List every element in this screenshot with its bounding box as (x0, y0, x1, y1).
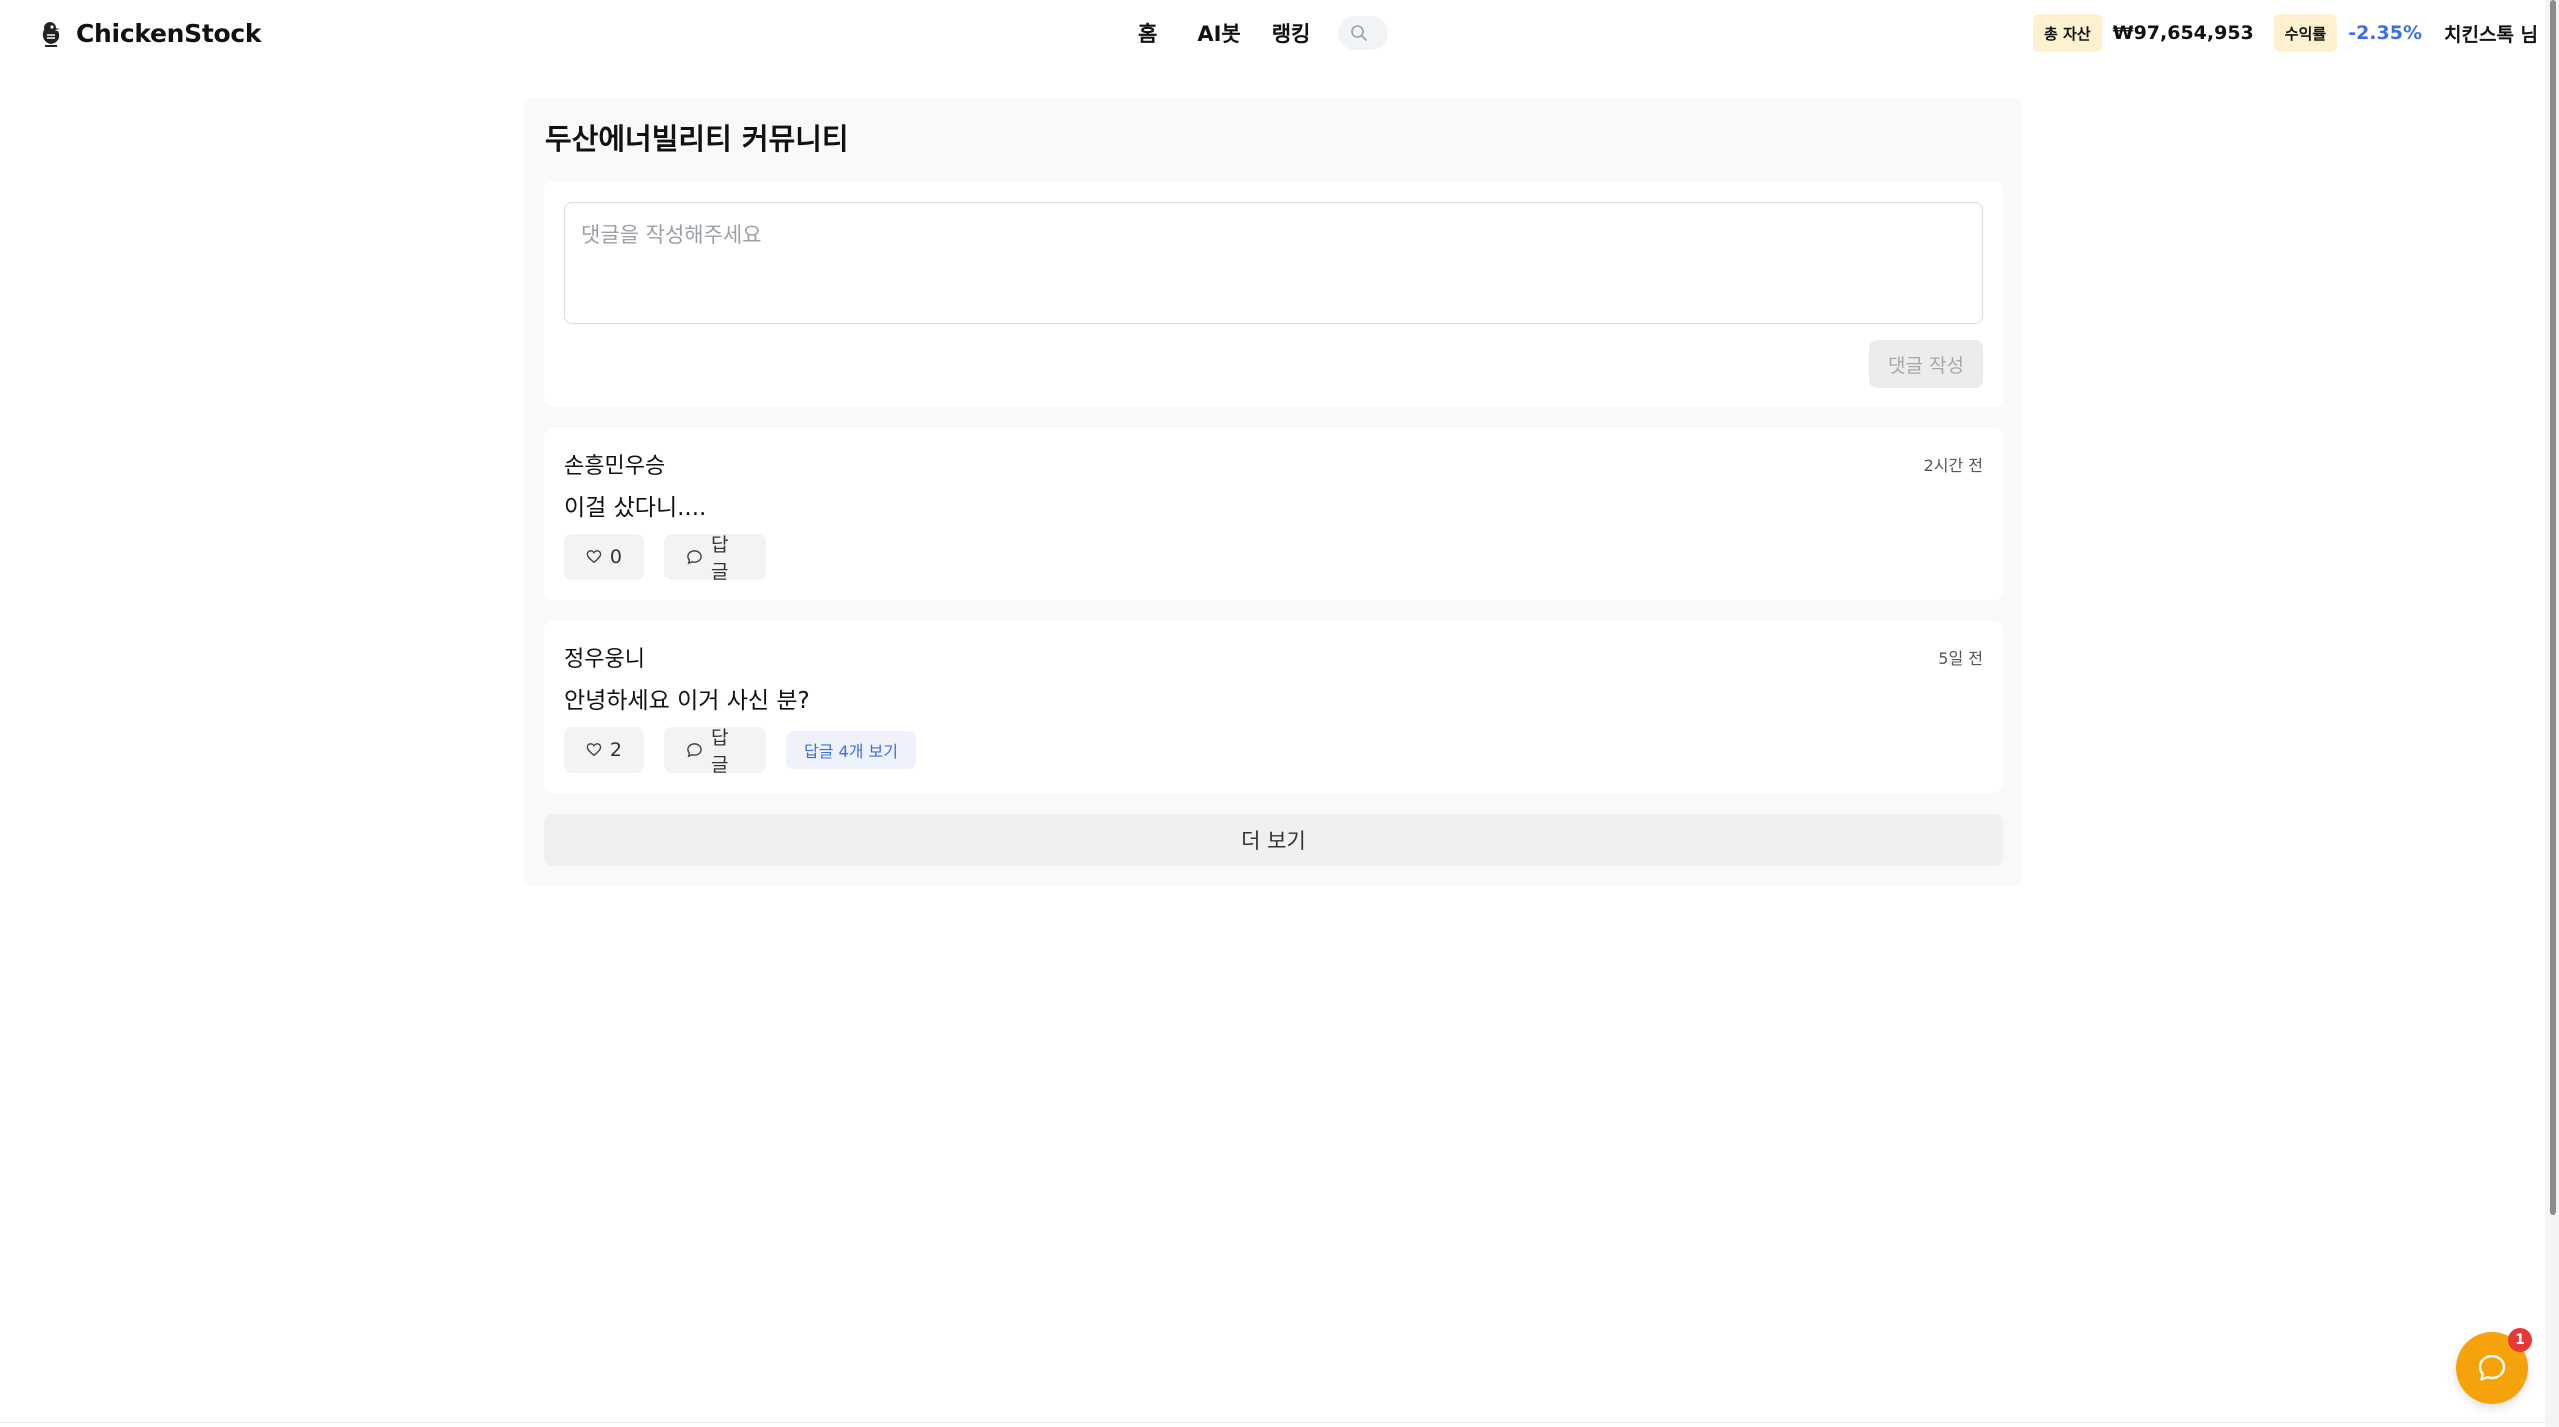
reply-label: 답글 (710, 727, 729, 776)
heart-icon (586, 743, 602, 757)
community-panel: 두산에너빌리티 커뮤니티 댓글 작성 손흥민우승 2시간 전 이걸 샀다니...… (524, 98, 2023, 886)
like-count: 0 (609, 546, 622, 568)
page: ChickenStock 홈 AI봇 랭킹 총 자산 ₩97,654,953 수… (0, 0, 2559, 1427)
user-menu[interactable]: 치킨스톡 님 (2444, 20, 2538, 47)
account-stats: 총 자산 ₩97,654,953 수익률 -2.35% 치킨스톡 님 (2033, 14, 2538, 52)
page-bottom-edge (0, 1422, 2545, 1427)
load-more-button[interactable]: 더 보기 (544, 814, 2003, 866)
search-icon (1351, 25, 1368, 41)
notification-badge: 1 (2508, 1328, 2532, 1352)
comment-author: 손흥민우승 (564, 454, 666, 479)
comment-actions: 2 답글 답글 4개 보기 (564, 727, 916, 776)
comment-text: 이걸 샀다니.... (564, 495, 707, 521)
speech-bubble-icon (687, 743, 702, 758)
chat-bubble-icon (2478, 1354, 2506, 1381)
comment-time: 5일 전 (1938, 649, 1983, 668)
nav-ai-bot[interactable]: AI봇 (1197, 18, 1240, 48)
comment-input[interactable] (564, 202, 1983, 324)
like-count: 2 (609, 739, 622, 761)
top-header: ChickenStock 홈 AI봇 랭킹 총 자산 ₩97,654,953 수… (0, 0, 2545, 66)
page-title: 두산에너빌리티 커뮤니티 (545, 122, 849, 156)
chicken-logo-icon (42, 22, 60, 47)
submit-comment-button[interactable]: 댓글 작성 (1869, 340, 1983, 388)
speech-bubble-icon (687, 550, 702, 565)
like-button[interactable]: 2 (564, 727, 644, 773)
comment-item: 손흥민우승 2시간 전 이걸 샀다니.... 0 답글 (544, 428, 2003, 600)
heart-icon (586, 550, 602, 564)
comment-write-card: 댓글 작성 (544, 182, 2003, 406)
nav-ranking[interactable]: 랭킹 (1272, 18, 1311, 48)
brand-logo[interactable]: ChickenStock (38, 16, 262, 50)
scrollbar-thumb[interactable] (2550, 0, 2556, 1215)
main-nav: 홈 AI봇 랭킹 (1138, 16, 1389, 50)
total-assets-value: ₩97,654,953 (2112, 22, 2254, 44)
comment-text: 안녕하세요 이거 사신 분? (564, 688, 810, 714)
reply-label: 답글 (710, 534, 729, 583)
reply-button[interactable]: 답글 (664, 534, 766, 583)
comment-item: 정우웅니 5일 전 안녕하세요 이거 사신 분? 2 답글 답글 4개 보기 (544, 621, 2003, 793)
return-rate-badge: 수익률 (2273, 14, 2338, 52)
nav-home[interactable]: 홈 (1138, 18, 1157, 48)
brand-name: ChickenStock (76, 18, 262, 48)
view-replies-button[interactable]: 답글 4개 보기 (786, 731, 916, 769)
like-button[interactable]: 0 (564, 534, 644, 580)
return-rate-value: -2.35% (2348, 22, 2422, 44)
comment-time: 2시간 전 (1923, 456, 1983, 475)
comment-actions: 0 답글 (564, 534, 766, 583)
comment-author: 정우웅니 (564, 647, 645, 672)
total-assets-badge: 총 자산 (2033, 14, 2102, 52)
search-button[interactable] (1338, 16, 1389, 50)
reply-button[interactable]: 답글 (664, 727, 766, 776)
